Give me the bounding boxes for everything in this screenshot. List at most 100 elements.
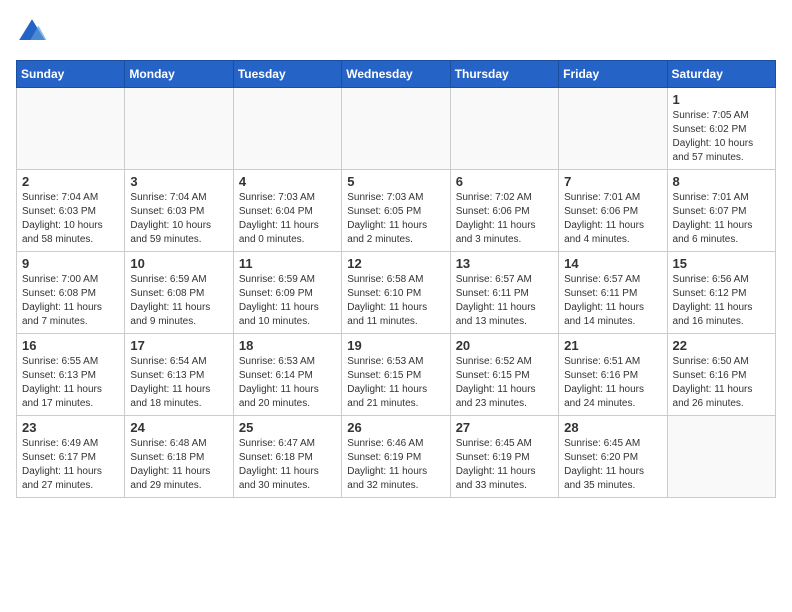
calendar-cell: 21 Sunrise: 6:51 AM Sunset: 6:16 PM Dayli… bbox=[559, 334, 667, 416]
day-number: 7 bbox=[564, 174, 661, 189]
day-number: 15 bbox=[673, 256, 770, 271]
calendar-cell: 15 Sunrise: 6:56 AM Sunset: 6:12 PM Dayli… bbox=[667, 252, 775, 334]
day-info: Sunrise: 6:53 AM Sunset: 6:14 PM Dayligh… bbox=[239, 355, 336, 411]
day-info: Sunrise: 7:03 AM Sunset: 6:05 PM Dayligh… bbox=[347, 191, 444, 247]
day-info: Sunrise: 6:59 AM Sunset: 6:09 PM Dayligh… bbox=[239, 273, 336, 329]
day-info: Sunrise: 6:55 AM Sunset: 6:13 PM Dayligh… bbox=[22, 355, 119, 411]
calendar-cell: 23 Sunrise: 6:49 AM Sunset: 6:17 PM Dayli… bbox=[17, 416, 125, 498]
day-info: Sunrise: 6:52 AM Sunset: 6:15 PM Dayligh… bbox=[456, 355, 553, 411]
calendar-cell: 19 Sunrise: 6:53 AM Sunset: 6:15 PM Dayli… bbox=[342, 334, 450, 416]
calendar-cell bbox=[342, 88, 450, 170]
day-number: 11 bbox=[239, 256, 336, 271]
col-header-saturday: Saturday bbox=[667, 61, 775, 88]
day-number: 14 bbox=[564, 256, 661, 271]
day-info: Sunrise: 7:01 AM Sunset: 6:06 PM Dayligh… bbox=[564, 191, 661, 247]
day-info: Sunrise: 6:50 AM Sunset: 6:16 PM Dayligh… bbox=[673, 355, 770, 411]
day-info: Sunrise: 7:01 AM Sunset: 6:07 PM Dayligh… bbox=[673, 191, 770, 247]
calendar-cell: 7 Sunrise: 7:01 AM Sunset: 6:06 PM Daylig… bbox=[559, 170, 667, 252]
calendar-cell: 22 Sunrise: 6:50 AM Sunset: 6:16 PM Dayli… bbox=[667, 334, 775, 416]
calendar-cell: 4 Sunrise: 7:03 AM Sunset: 6:04 PM Daylig… bbox=[233, 170, 341, 252]
col-header-thursday: Thursday bbox=[450, 61, 558, 88]
calendar-week-5: 23 Sunrise: 6:49 AM Sunset: 6:17 PM Dayli… bbox=[17, 416, 776, 498]
col-header-sunday: Sunday bbox=[17, 61, 125, 88]
calendar-cell: 11 Sunrise: 6:59 AM Sunset: 6:09 PM Dayli… bbox=[233, 252, 341, 334]
day-number: 28 bbox=[564, 420, 661, 435]
day-number: 10 bbox=[130, 256, 227, 271]
day-info: Sunrise: 6:57 AM Sunset: 6:11 PM Dayligh… bbox=[564, 273, 661, 329]
day-info: Sunrise: 6:46 AM Sunset: 6:19 PM Dayligh… bbox=[347, 437, 444, 493]
day-number: 1 bbox=[673, 92, 770, 107]
calendar-cell: 24Sunrise: 6:48 AM Sunset: 6:18 PM Dayli… bbox=[125, 416, 233, 498]
day-number: 16 bbox=[22, 338, 119, 353]
day-number: 20 bbox=[456, 338, 553, 353]
calendar-week-2: 2Sunrise: 7:04 AM Sunset: 6:03 PM Daylig… bbox=[17, 170, 776, 252]
day-info: Sunrise: 6:45 AM Sunset: 6:19 PM Dayligh… bbox=[456, 437, 553, 493]
day-info: Sunrise: 6:49 AM Sunset: 6:17 PM Dayligh… bbox=[22, 437, 119, 493]
day-info: Sunrise: 7:03 AM Sunset: 6:04 PM Dayligh… bbox=[239, 191, 336, 247]
day-info: Sunrise: 6:57 AM Sunset: 6:11 PM Dayligh… bbox=[456, 273, 553, 329]
day-info: Sunrise: 7:00 AM Sunset: 6:08 PM Dayligh… bbox=[22, 273, 119, 329]
calendar-cell bbox=[17, 88, 125, 170]
day-number: 18 bbox=[239, 338, 336, 353]
day-info: Sunrise: 7:04 AM Sunset: 6:03 PM Dayligh… bbox=[22, 191, 119, 247]
day-info: Sunrise: 6:59 AM Sunset: 6:08 PM Dayligh… bbox=[130, 273, 227, 329]
day-info: Sunrise: 7:05 AM Sunset: 6:02 PM Dayligh… bbox=[673, 109, 770, 165]
day-number: 12 bbox=[347, 256, 444, 271]
calendar-cell: 16 Sunrise: 6:55 AM Sunset: 6:13 PM Dayli… bbox=[17, 334, 125, 416]
calendar-cell: 18 Sunrise: 6:53 AM Sunset: 6:14 PM Dayli… bbox=[233, 334, 341, 416]
calendar-header-row: SundayMondayTuesdayWednesdayThursdayFrid… bbox=[17, 61, 776, 88]
calendar-cell: 14 Sunrise: 6:57 AM Sunset: 6:11 PM Dayli… bbox=[559, 252, 667, 334]
calendar-cell: 2Sunrise: 7:04 AM Sunset: 6:03 PM Daylig… bbox=[17, 170, 125, 252]
calendar-cell: 6Sunrise: 7:02 AM Sunset: 6:06 PM Daylig… bbox=[450, 170, 558, 252]
calendar-cell bbox=[125, 88, 233, 170]
calendar-cell: 8 Sunrise: 7:01 AM Sunset: 6:07 PM Daylig… bbox=[667, 170, 775, 252]
calendar-cell: 9 Sunrise: 7:00 AM Sunset: 6:08 PM Daylig… bbox=[17, 252, 125, 334]
day-number: 23 bbox=[22, 420, 119, 435]
logo bbox=[16, 16, 54, 48]
day-info: Sunrise: 6:45 AM Sunset: 6:20 PM Dayligh… bbox=[564, 437, 661, 493]
col-header-monday: Monday bbox=[125, 61, 233, 88]
day-info: Sunrise: 6:56 AM Sunset: 6:12 PM Dayligh… bbox=[673, 273, 770, 329]
calendar-cell: 13 Sunrise: 6:57 AM Sunset: 6:11 PM Dayli… bbox=[450, 252, 558, 334]
calendar-cell: 5Sunrise: 7:03 AM Sunset: 6:05 PM Daylig… bbox=[342, 170, 450, 252]
day-number: 19 bbox=[347, 338, 444, 353]
day-number: 21 bbox=[564, 338, 661, 353]
day-number: 22 bbox=[673, 338, 770, 353]
logo-icon bbox=[16, 16, 48, 48]
calendar-cell: 27 Sunrise: 6:45 AM Sunset: 6:19 PM Dayli… bbox=[450, 416, 558, 498]
calendar-cell bbox=[233, 88, 341, 170]
day-number: 8 bbox=[673, 174, 770, 189]
calendar-cell: 26 Sunrise: 6:46 AM Sunset: 6:19 PM Dayli… bbox=[342, 416, 450, 498]
col-header-friday: Friday bbox=[559, 61, 667, 88]
day-number: 24 bbox=[130, 420, 227, 435]
day-number: 4 bbox=[239, 174, 336, 189]
day-number: 9 bbox=[22, 256, 119, 271]
calendar-cell: 28 Sunrise: 6:45 AM Sunset: 6:20 PM Dayli… bbox=[559, 416, 667, 498]
calendar-cell: 1 Sunrise: 7:05 AM Sunset: 6:02 PM Daylig… bbox=[667, 88, 775, 170]
col-header-wednesday: Wednesday bbox=[342, 61, 450, 88]
calendar-week-3: 9 Sunrise: 7:00 AM Sunset: 6:08 PM Daylig… bbox=[17, 252, 776, 334]
calendar-table: SundayMondayTuesdayWednesdayThursdayFrid… bbox=[16, 60, 776, 498]
day-number: 25 bbox=[239, 420, 336, 435]
calendar-cell: 10 Sunrise: 6:59 AM Sunset: 6:08 PM Dayli… bbox=[125, 252, 233, 334]
calendar-cell bbox=[450, 88, 558, 170]
col-header-tuesday: Tuesday bbox=[233, 61, 341, 88]
day-number: 26 bbox=[347, 420, 444, 435]
day-info: Sunrise: 6:51 AM Sunset: 6:16 PM Dayligh… bbox=[564, 355, 661, 411]
day-info: Sunrise: 6:54 AM Sunset: 6:13 PM Dayligh… bbox=[130, 355, 227, 411]
calendar-week-4: 16 Sunrise: 6:55 AM Sunset: 6:13 PM Dayli… bbox=[17, 334, 776, 416]
calendar-cell bbox=[559, 88, 667, 170]
day-number: 13 bbox=[456, 256, 553, 271]
calendar-cell: 3 Sunrise: 7:04 AM Sunset: 6:03 PM Daylig… bbox=[125, 170, 233, 252]
calendar-cell: 20 Sunrise: 6:52 AM Sunset: 6:15 PM Dayli… bbox=[450, 334, 558, 416]
calendar-cell: 17Sunrise: 6:54 AM Sunset: 6:13 PM Dayli… bbox=[125, 334, 233, 416]
day-info: Sunrise: 6:53 AM Sunset: 6:15 PM Dayligh… bbox=[347, 355, 444, 411]
day-info: Sunrise: 6:47 AM Sunset: 6:18 PM Dayligh… bbox=[239, 437, 336, 493]
day-info: Sunrise: 7:04 AM Sunset: 6:03 PM Dayligh… bbox=[130, 191, 227, 247]
day-number: 27 bbox=[456, 420, 553, 435]
day-number: 3 bbox=[130, 174, 227, 189]
page-header bbox=[16, 16, 776, 48]
calendar-cell bbox=[667, 416, 775, 498]
day-number: 6 bbox=[456, 174, 553, 189]
day-info: Sunrise: 6:58 AM Sunset: 6:10 PM Dayligh… bbox=[347, 273, 444, 329]
